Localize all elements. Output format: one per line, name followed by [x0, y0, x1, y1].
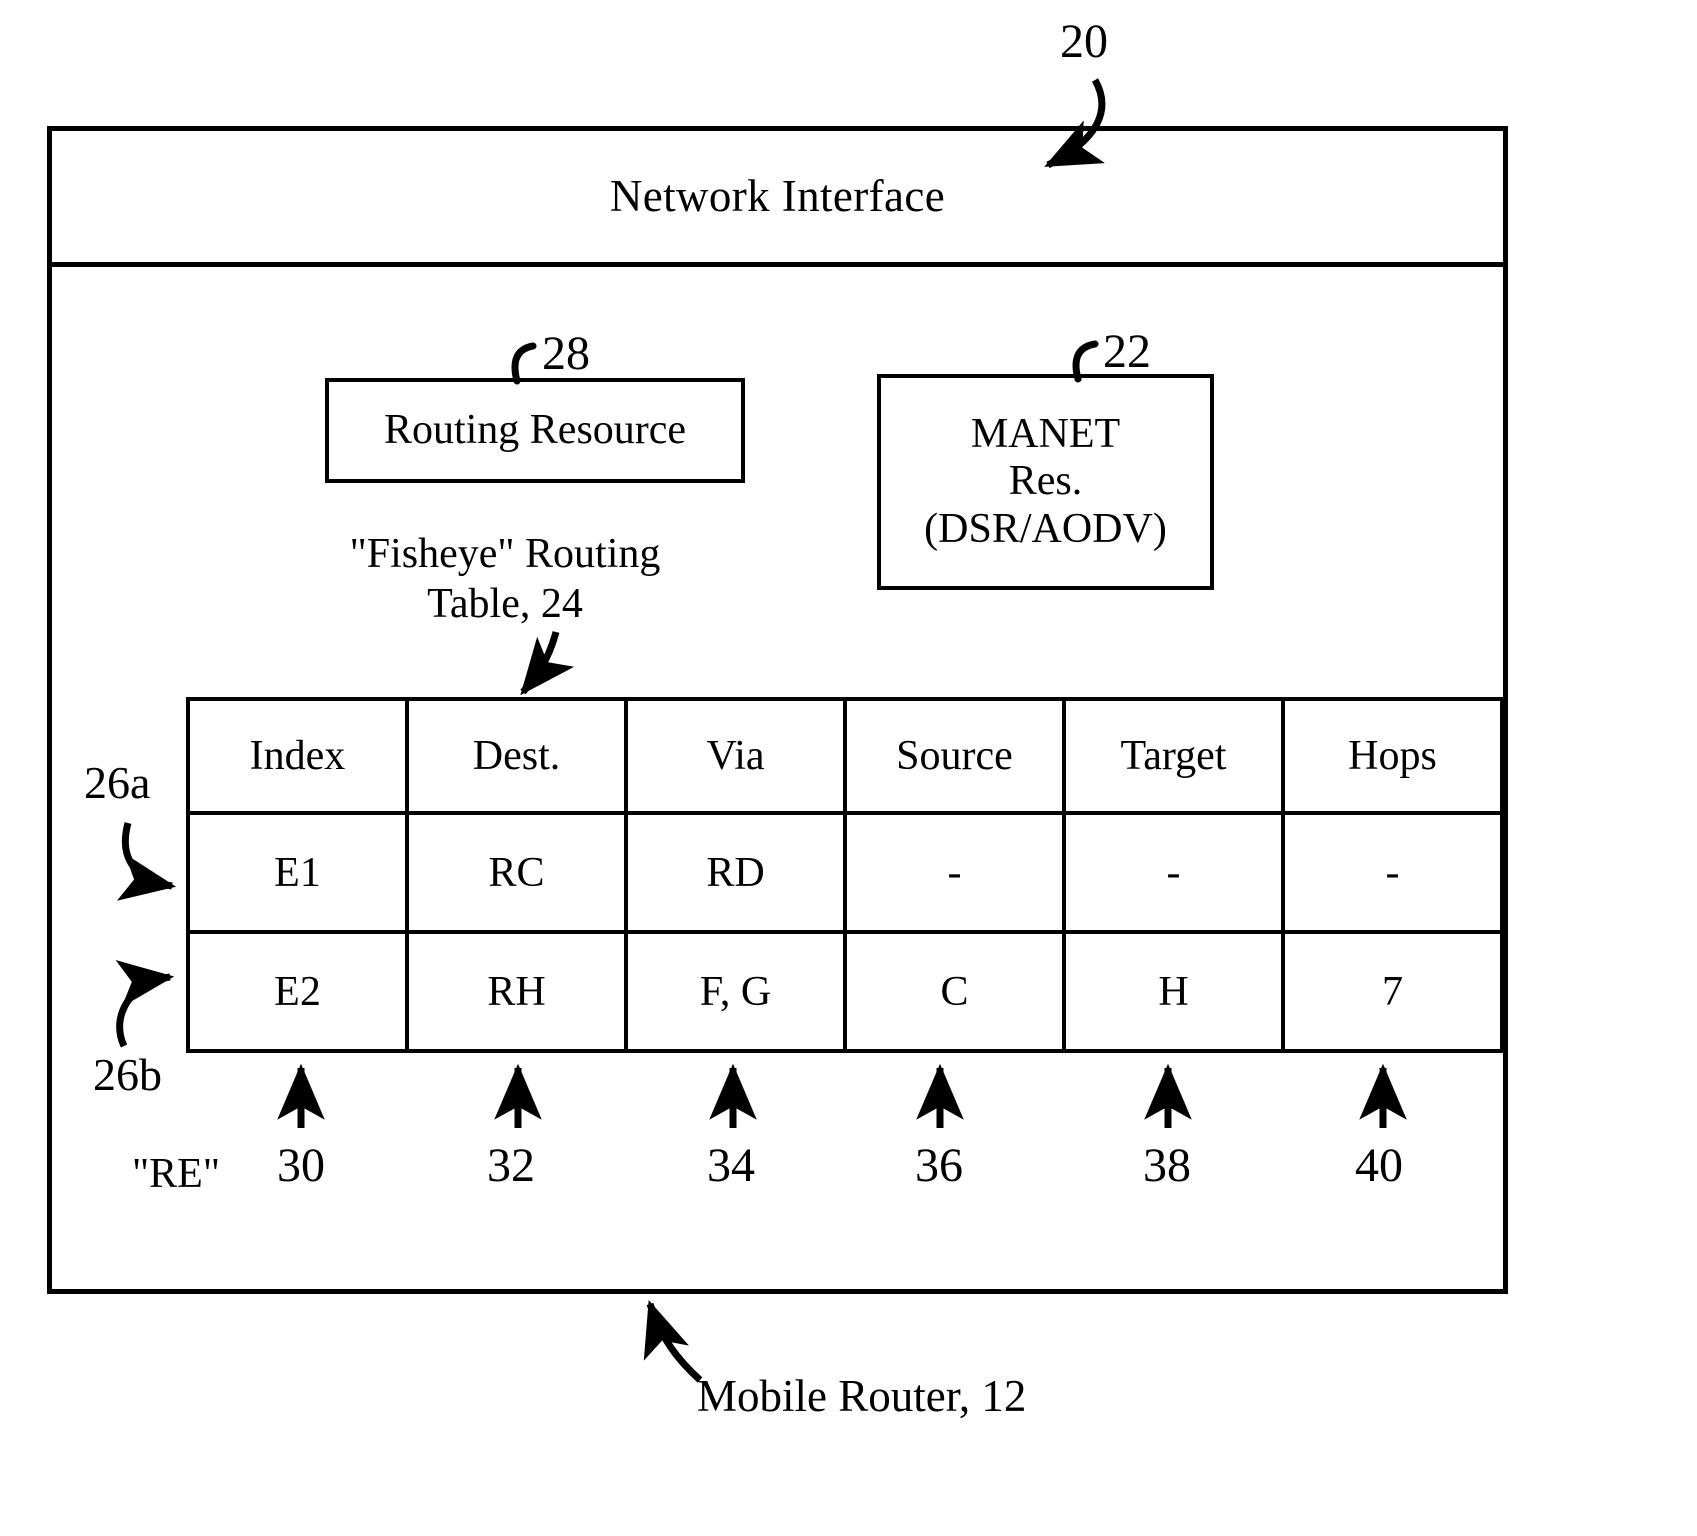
- fisheye-routing-table: Index Dest. Via Source Target Hops E1 RC…: [186, 697, 1504, 1053]
- reference-numeral-38: 38: [1143, 1139, 1191, 1192]
- manet-resource-label: MANET Res. (DSR/AODV): [924, 411, 1167, 553]
- table-header-source: Source: [843, 697, 1066, 815]
- table-row: E2 RH F, G C H 7: [186, 930, 1504, 1053]
- fisheye-table-caption: "Fisheye" Routing Table, 24: [290, 530, 720, 629]
- reference-numeral-28: 28: [542, 327, 590, 380]
- row-e1-hops: -: [1281, 811, 1504, 934]
- reference-numeral-20: 20: [1060, 15, 1108, 68]
- row-e1-source: -: [843, 811, 1066, 934]
- manet-line-3: (DSR/AODV): [924, 505, 1167, 552]
- routing-resource-block: Routing Resource: [325, 378, 745, 483]
- reference-numeral-32: 32: [487, 1139, 535, 1192]
- network-interface-label: Network Interface: [609, 171, 946, 221]
- table-header-dest: Dest.: [405, 697, 628, 815]
- reference-numeral-30: 30: [277, 1139, 325, 1192]
- table-header-row: Index Dest. Via Source Target Hops: [186, 697, 1504, 815]
- fisheye-caption-line-1: "Fisheye" Routing: [349, 531, 661, 577]
- reference-numeral-34: 34: [707, 1139, 755, 1192]
- row-e1-target: -: [1062, 811, 1285, 934]
- row-e2-index: E2: [186, 930, 409, 1053]
- table-header-hops: Hops: [1281, 697, 1504, 815]
- reference-numeral-22: 22: [1103, 325, 1151, 378]
- re-label: "RE": [132, 1151, 220, 1197]
- fisheye-caption-line-2: Table, 24: [427, 580, 583, 627]
- mobile-router-caption: Mobile Router, 12: [697, 1371, 1027, 1421]
- reference-numeral-26a: 26a: [84, 757, 151, 808]
- table-header-via: Via: [624, 697, 847, 815]
- row-e2-via: F, G: [624, 930, 847, 1053]
- table-header-target: Target: [1062, 697, 1285, 815]
- row-e1-dest: RC: [405, 811, 628, 934]
- manet-resource-block: MANET Res. (DSR/AODV): [877, 374, 1214, 590]
- network-interface-divider: [47, 262, 1508, 267]
- manet-line-2: Res.: [1008, 458, 1083, 505]
- reference-numeral-26b: 26b: [93, 1049, 162, 1100]
- routing-resource-label: Routing Resource: [383, 407, 687, 454]
- row-e1-via: RD: [624, 811, 847, 934]
- row-e2-dest: RH: [405, 930, 628, 1053]
- figure-canvas: Network Interface Routing Resource MANET…: [0, 0, 1697, 1536]
- reference-numeral-40: 40: [1355, 1139, 1403, 1192]
- table-header-index: Index: [186, 697, 409, 815]
- row-e2-target: H: [1062, 930, 1285, 1053]
- row-e2-hops: 7: [1281, 930, 1504, 1053]
- reference-numeral-36: 36: [915, 1139, 963, 1192]
- row-e2-source: C: [843, 930, 1066, 1053]
- row-e1-index: E1: [186, 811, 409, 934]
- table-row: E1 RC RD - - -: [186, 811, 1504, 934]
- leader-arrow-mobile-router: [643, 1300, 703, 1383]
- manet-line-1: MANET: [970, 410, 1121, 457]
